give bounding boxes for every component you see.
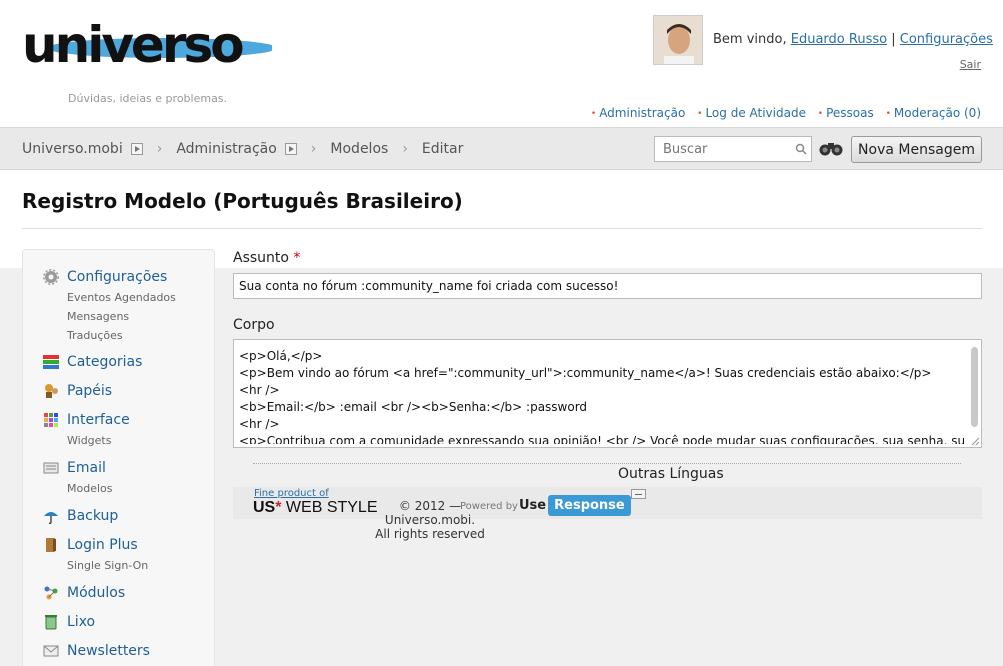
breadcrumb-edit: Editar (421, 141, 464, 157)
sidebar-item-settings[interactable]: Configurações (43, 269, 167, 285)
interface-icon (44, 413, 58, 427)
subject-label-text: Assunto (233, 250, 289, 266)
admin-link-activity-log[interactable]: Log de Atividade (697, 106, 806, 120)
sidebar-item-label: Módulos (67, 585, 126, 601)
resize-handle-icon[interactable] (971, 437, 980, 446)
breadcrumb-dropdown-icon[interactable] (284, 143, 297, 155)
sidebar-item-categories[interactable]: Categorias (43, 354, 142, 370)
search-input[interactable] (654, 136, 812, 162)
sidebar-item-label: Lixo (67, 614, 96, 630)
categories-icon (43, 355, 59, 369)
admin-link-moderation[interactable]: Moderação (0) (886, 106, 981, 120)
trash-icon (45, 615, 57, 630)
fine-product-link[interactable]: Fine product of (254, 488, 329, 499)
logout-link[interactable]: Sair (960, 58, 981, 71)
copyright-line: All rights reserved (375, 527, 485, 541)
umbrella-icon (44, 512, 58, 524)
user-photo-icon (654, 16, 702, 64)
sidebar-sub-widgets[interactable]: Widgets (67, 434, 111, 447)
body-textarea-content: <p>Olá,</p> <p>Bem vindo ao fórum <a hre… (239, 349, 964, 444)
breadcrumb-home[interactable]: Universo.mobi (22, 141, 123, 157)
avatar[interactable] (653, 15, 703, 65)
admin-sidebar: Configurações Eventos Agendados Mensagen… (22, 249, 215, 666)
divider (253, 463, 961, 464)
sidebar-sub-single-sign-on[interactable]: Single Sign-On (67, 559, 148, 572)
useresponse-logo[interactable]: Use Response (519, 495, 631, 516)
chevron-right-icon: › (310, 141, 317, 157)
sidebar-item-modules[interactable]: Módulos (43, 585, 125, 601)
new-message-button[interactable]: Nova Mensagem (851, 136, 982, 163)
collapse-icon[interactable] (631, 489, 646, 499)
separator: | (891, 32, 896, 47)
sidebar-item-roles[interactable]: Papéis (43, 383, 112, 399)
web-style-label: WEB STYLE (285, 499, 378, 516)
sidebar-item-email[interactable]: Email (43, 460, 106, 476)
us-label: US (253, 499, 276, 516)
page-title: Registro Modelo (Português Brasileiro) (22, 189, 463, 213)
divider (22, 228, 982, 229)
chevron-right-icon: › (156, 141, 163, 157)
breadcrumb: Universo.mobi › Administração › Modelos … (22, 141, 463, 157)
body-label: Corpo (233, 317, 275, 333)
sidebar-item-label: Login Plus (67, 537, 138, 553)
sidebar-item-label: Configurações (67, 269, 168, 285)
subject-field[interactable] (233, 273, 982, 299)
admin-links: Administração Log de Atividade Pessoas M… (583, 106, 981, 120)
breadcrumb-models[interactable]: Modelos (330, 141, 388, 157)
us-web-style-logo[interactable]: US* WEB STYLE (253, 499, 378, 517)
roles-icon (45, 384, 58, 398)
sidebar-item-label: Categorias (67, 354, 143, 370)
sidebar-item-label: Newsletters (67, 643, 150, 659)
breadcrumb-administration[interactable]: Administração (176, 141, 276, 157)
navbar: Universo.mobi › Administração › Modelos … (0, 127, 1003, 170)
tagline: Dúvidas, ideias e problemas. (68, 92, 228, 105)
subject-label: Assunto * (233, 250, 300, 266)
sidebar-item-trash[interactable]: Lixo (43, 614, 95, 630)
admin-link-people[interactable]: Pessoas (818, 106, 874, 120)
binoculars-icon[interactable] (818, 139, 844, 157)
email-icon (43, 462, 59, 474)
sidebar-item-label: Papéis (67, 383, 113, 399)
sidebar-item-backup[interactable]: Backup (43, 508, 118, 524)
sidebar-item-newsletters[interactable]: Newsletters (43, 643, 150, 659)
sidebar-sub-scheduled-events[interactable]: Eventos Agendados (67, 291, 176, 304)
use-label: Use (519, 498, 547, 513)
newsletter-icon (43, 645, 59, 657)
sidebar-item-login-plus[interactable]: Login Plus (43, 537, 138, 553)
admin-link-administration[interactable]: Administração (591, 106, 685, 120)
sidebar-item-interface[interactable]: Interface (43, 412, 130, 428)
sidebar-sub-templates[interactable]: Modelos (67, 482, 113, 495)
settings-link[interactable]: Configurações (900, 32, 993, 47)
required-mark: * (293, 250, 301, 266)
gear-icon (43, 269, 59, 285)
body-textarea[interactable]: <p>Olá,</p> <p>Bem vindo ao fórum <a hre… (233, 339, 982, 448)
sidebar-item-label: Email (67, 460, 106, 476)
response-badge: Response (548, 495, 631, 516)
breadcrumb-dropdown-icon[interactable] (130, 143, 143, 155)
user-name-link[interactable]: Eduardo Russo (791, 32, 887, 47)
other-languages-heading: Outras Línguas (618, 466, 724, 482)
scrollbar[interactable] (971, 347, 978, 427)
welcome-text: Bem vindo, Eduardo Russo | Configurações (713, 32, 993, 47)
search-icon[interactable] (795, 143, 807, 155)
universo-logo[interactable]: universo (22, 14, 272, 74)
logo-text: universo (22, 16, 243, 74)
sidebar-sub-messages[interactable]: Mensagens (67, 310, 129, 323)
modules-icon (44, 586, 58, 600)
copyright-line: Universo.mobi. (384, 513, 476, 527)
login-icon (46, 538, 56, 552)
chevron-right-icon: › (402, 141, 408, 157)
welcome-prefix: Bem vindo, (713, 32, 787, 47)
sidebar-item-label: Backup (67, 508, 119, 524)
powered-by-text: Powered by (460, 501, 518, 512)
star-mark: * (275, 499, 282, 516)
sidebar-item-label: Interface (67, 412, 130, 428)
sidebar-sub-translations[interactable]: Traduções (67, 329, 123, 342)
